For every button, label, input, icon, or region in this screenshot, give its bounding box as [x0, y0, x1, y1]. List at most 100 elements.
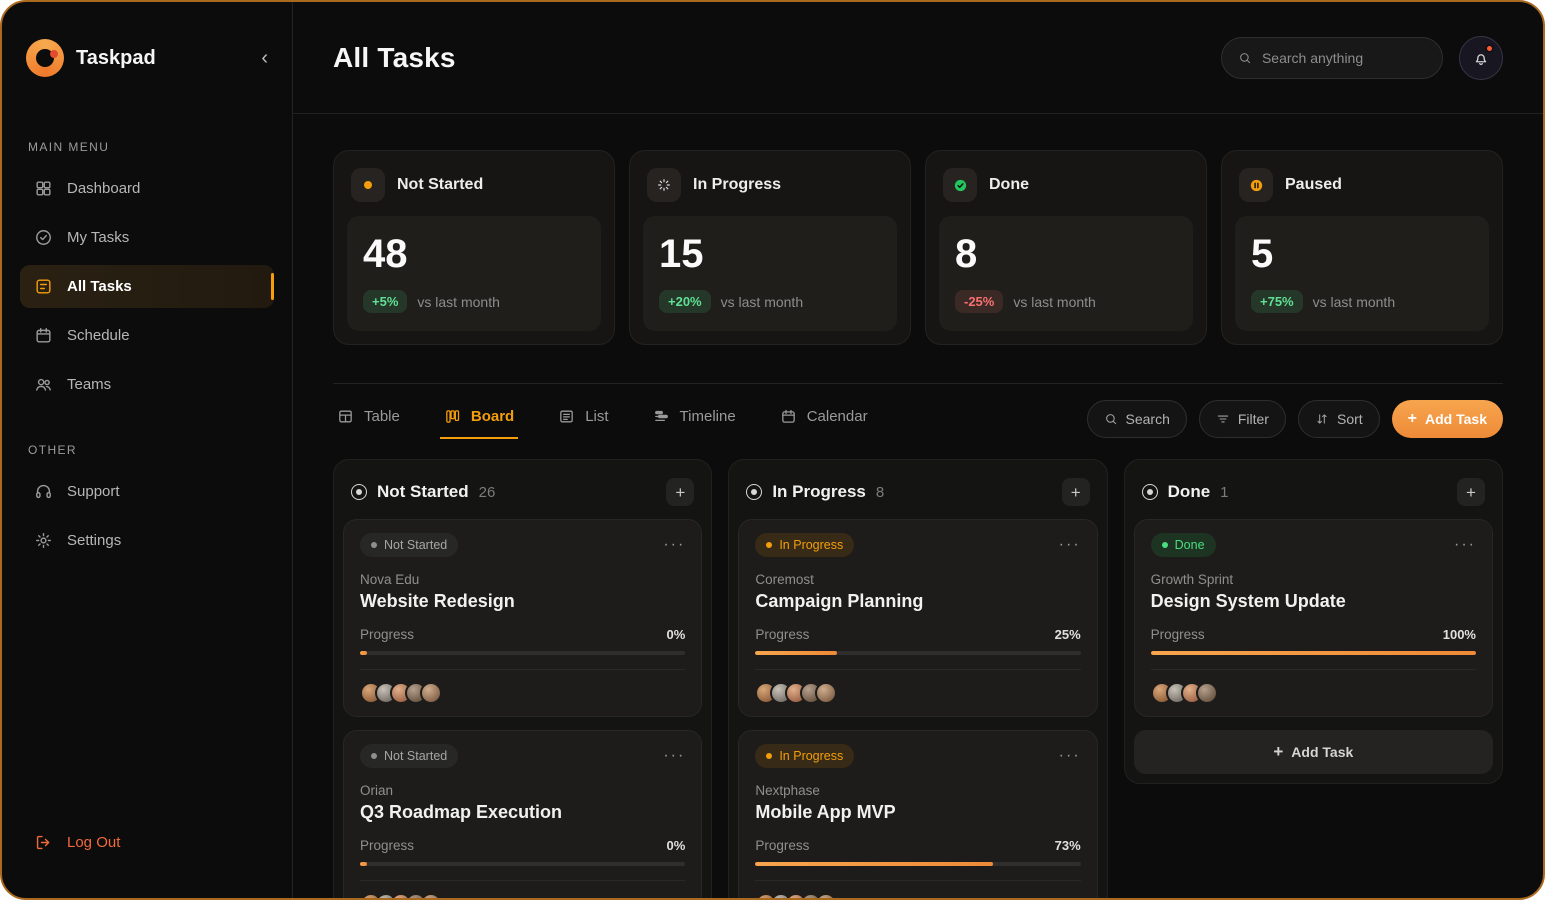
sidebar-item-label: My Tasks: [67, 229, 129, 246]
notifications-button[interactable]: [1459, 36, 1503, 80]
sidebar-item-label: Settings: [67, 532, 121, 549]
task-card[interactable]: Done ··· Growth Sprint Design System Upd…: [1134, 519, 1493, 717]
search-pill-button[interactable]: Search: [1087, 400, 1187, 438]
calendar-icon: [780, 408, 797, 425]
avatar: [420, 682, 442, 704]
pill-label: Sort: [1337, 411, 1363, 427]
stat-delta-suffix: vs last month: [1313, 294, 1395, 310]
avatar: [815, 893, 837, 898]
add-task-button[interactable]: + Add Task: [1392, 400, 1503, 438]
content: Not Started 48 +5% vs last month: [293, 114, 1543, 898]
top-bar: All Tasks: [293, 2, 1543, 114]
page-title: All Tasks: [333, 42, 456, 74]
taskpad-logo-icon: [26, 39, 64, 77]
sidebar-item-schedule[interactable]: Schedule: [20, 314, 274, 357]
task-card[interactable]: Not Started ··· Nova Edu Website Redesig…: [343, 519, 702, 717]
column-add-button[interactable]: +: [1457, 478, 1485, 506]
assignee-avatars: [360, 893, 442, 898]
progress-label: Progress: [755, 627, 809, 642]
tab-board[interactable]: Board: [440, 398, 518, 439]
column-status-icon: [746, 484, 762, 500]
task-list-icon: [34, 277, 53, 296]
stat-card-done: Done 8 -25% vs last month: [925, 150, 1207, 345]
notification-badge: [1485, 44, 1494, 53]
logout-button[interactable]: Log Out: [20, 821, 274, 864]
sidebar: Taskpad ‹ MAIN MENU Dashboard My Tasks A…: [2, 2, 293, 898]
add-task-in-column-button[interactable]: + Add Task: [1134, 730, 1493, 774]
stat-label: In Progress: [693, 176, 781, 194]
avatar: [1196, 682, 1218, 704]
sidebar-item-label: All Tasks: [67, 278, 132, 295]
tab-label: Table: [364, 408, 400, 425]
sidebar-item-settings[interactable]: Settings: [20, 519, 274, 562]
users-icon: [34, 375, 53, 394]
card-menu-icon[interactable]: ···: [663, 536, 685, 554]
done-icon: [943, 168, 977, 202]
card-menu-icon[interactable]: ···: [1059, 536, 1081, 554]
sidebar-item-teams[interactable]: Teams: [20, 363, 274, 406]
tab-label: Timeline: [680, 408, 736, 425]
column-count: 1: [1220, 484, 1228, 501]
pill-label: Add Task: [1425, 411, 1487, 427]
other-menu-label: OTHER: [28, 443, 266, 457]
card-title: Website Redesign: [360, 591, 685, 612]
global-search[interactable]: [1221, 37, 1443, 79]
tab-list[interactable]: List: [554, 398, 612, 439]
not-started-icon: [351, 168, 385, 202]
plus-icon: +: [1273, 742, 1283, 762]
column-not-started: Not Started 26 + Not Started ··· Nova Ed…: [333, 459, 712, 898]
sort-button[interactable]: Sort: [1298, 400, 1380, 438]
progress-bar: [755, 862, 1080, 866]
topbar-actions: [1221, 36, 1503, 80]
assignee-avatars: [360, 682, 442, 704]
column-add-button[interactable]: +: [1062, 478, 1090, 506]
stat-label: Not Started: [397, 176, 483, 194]
board-toolbar: Search Filter Sort + Add Task: [1087, 400, 1504, 438]
task-card[interactable]: Not Started ··· Orian Q3 Roadmap Executi…: [343, 730, 702, 898]
kanban-board: Not Started 26 + Not Started ··· Nova Ed…: [333, 459, 1503, 898]
sidebar-item-all-tasks[interactable]: All Tasks: [20, 265, 274, 308]
avatar: [815, 682, 837, 704]
sidebar-item-support[interactable]: Support: [20, 470, 274, 513]
column-done: Done 1 + Done ··· Growth Sprint Design S…: [1124, 459, 1503, 784]
stat-value: 5: [1251, 232, 1473, 276]
card-company: Coremost: [755, 572, 1080, 587]
status-badge: Not Started: [360, 744, 458, 768]
task-card[interactable]: In Progress ··· Nextphase Mobile App MVP…: [738, 730, 1097, 898]
progress-label: Progress: [360, 838, 414, 853]
filter-button[interactable]: Filter: [1199, 400, 1286, 438]
sidebar-item-dashboard[interactable]: Dashboard: [20, 167, 274, 210]
stat-delta-badge: -25%: [955, 290, 1003, 313]
stat-label: Paused: [1285, 176, 1342, 194]
status-badge: Done: [1151, 533, 1216, 557]
gear-icon: [34, 531, 53, 550]
column-title: Done: [1168, 482, 1211, 502]
progress-bar: [755, 651, 1080, 655]
tab-label: Calendar: [807, 408, 868, 425]
tab-calendar[interactable]: Calendar: [776, 398, 872, 439]
timeline-icon: [653, 408, 670, 425]
card-title: Design System Update: [1151, 591, 1476, 612]
plus-icon: +: [1408, 410, 1417, 428]
calendar-icon: [34, 326, 53, 345]
card-menu-icon[interactable]: ···: [663, 747, 685, 765]
column-title: In Progress: [772, 482, 866, 502]
sidebar-item-my-tasks[interactable]: My Tasks: [20, 216, 274, 259]
logout-icon: [34, 833, 53, 852]
search-icon: [1104, 412, 1118, 426]
card-menu-icon[interactable]: ···: [1059, 747, 1081, 765]
column-status-icon: [351, 484, 367, 500]
tab-timeline[interactable]: Timeline: [649, 398, 740, 439]
sidebar-collapse-button[interactable]: ‹: [261, 48, 268, 68]
pill-label: Search: [1126, 411, 1170, 427]
task-card[interactable]: In Progress ··· Coremost Campaign Planni…: [738, 519, 1097, 717]
tab-table[interactable]: Table: [333, 398, 404, 439]
column-add-button[interactable]: +: [666, 478, 694, 506]
search-input[interactable]: [1262, 50, 1426, 66]
card-company: Orian: [360, 783, 685, 798]
assignee-avatars: [755, 893, 837, 898]
column-title: Not Started: [377, 482, 469, 502]
stat-delta-badge: +20%: [659, 290, 711, 313]
card-menu-icon[interactable]: ···: [1454, 536, 1476, 554]
progress-label: Progress: [755, 838, 809, 853]
